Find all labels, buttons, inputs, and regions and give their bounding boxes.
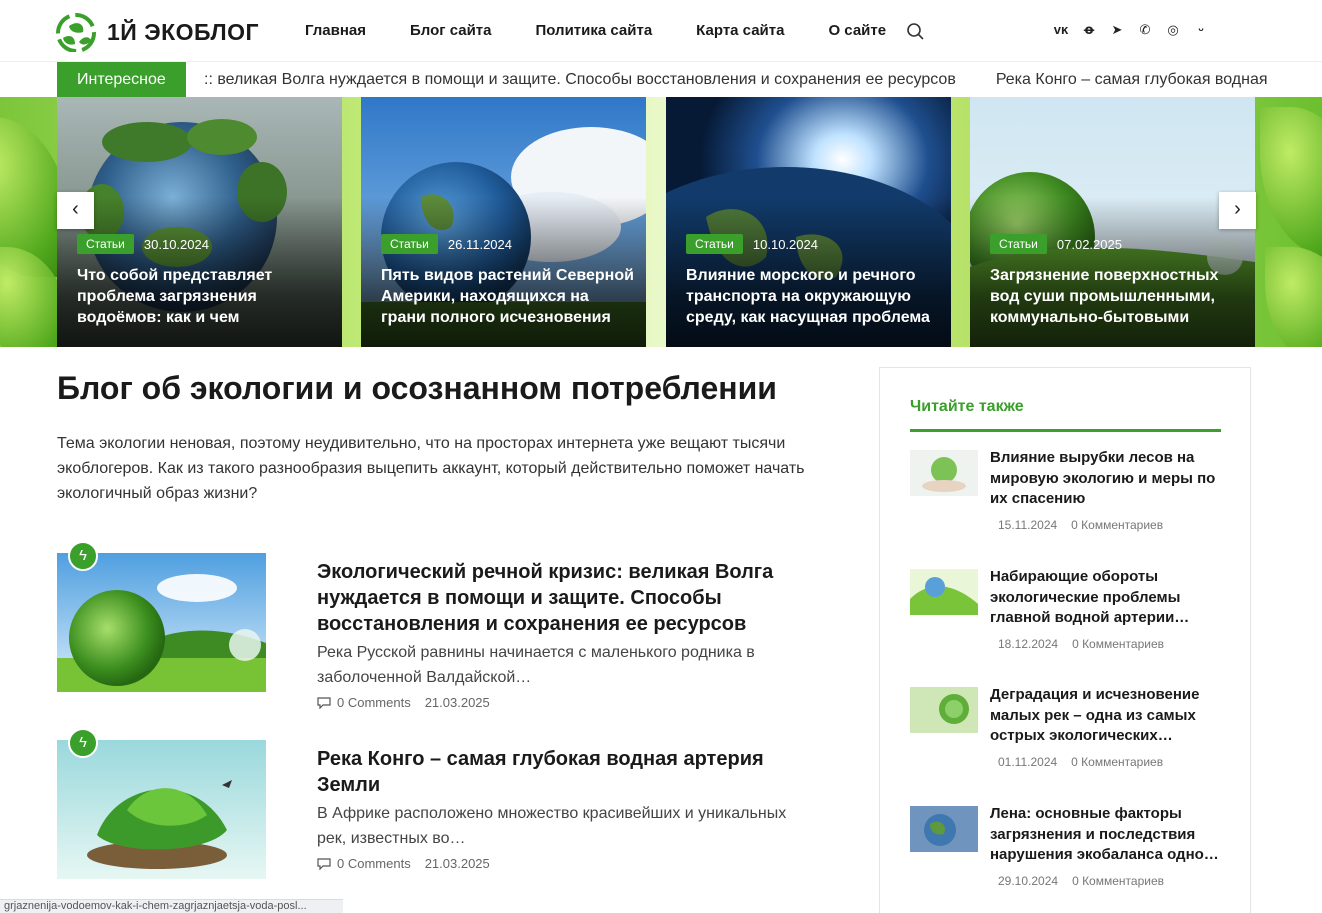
sidebar-item-title[interactable]: Набирающие обороты экологические проблем… [990, 567, 1225, 629]
card-title[interactable]: Загрязнение поверхностных вод суши промы… [990, 265, 1245, 328]
sidebar-item-date: 18.12.2024 [998, 637, 1059, 651]
site-header: 1Й ЭКОБЛОГ Главная Блог сайта Политика с… [0, 0, 1322, 62]
nav-sitemap[interactable]: Карта сайта [696, 22, 784, 39]
post-meta: 0 Comments 21.03.2025 [317, 856, 490, 871]
sidebar-thumbnail[interactable] [910, 569, 978, 615]
featured-slider: Статьи 30.10.2024 Что собой представляет… [0, 97, 1322, 347]
vk-icon[interactable]: ᴠĸ [1053, 22, 1069, 38]
sidebar-item-title[interactable]: Влияние вырубки лесов на мировую экологи… [990, 448, 1225, 510]
sidebar-thumbnail[interactable] [910, 806, 978, 852]
telegram-icon[interactable]: ➤ [1109, 22, 1125, 38]
comment-icon [317, 857, 331, 870]
sidebar-item-date: 15.11.2024 [998, 518, 1058, 532]
browser-status-url: grjaznenija-vodoemov-kak-i-chem-zagrjazn… [0, 899, 343, 913]
nav-policy[interactable]: Политика сайта [535, 22, 652, 39]
slider-card[interactable]: Статьи 07.02.2025 Загрязнение поверхност… [970, 97, 1255, 347]
card-title[interactable]: Влияние морского и речного транспорта на… [686, 265, 941, 328]
category-badge[interactable]: Статьи [381, 234, 438, 254]
nav-about[interactable]: О сайте [828, 22, 886, 39]
slider-next-button[interactable]: › [1219, 192, 1256, 229]
search-icon[interactable] [906, 22, 926, 42]
slider-card[interactable]: Статьи 10.10.2024 Влияние морского и реч… [666, 97, 951, 347]
slider-card[interactable]: Статьи 26.11.2024 Пять видов растений Се… [361, 97, 646, 347]
whatsapp-icon[interactable]: ◎ [1165, 22, 1181, 38]
main-nav: Главная Блог сайта Политика сайта Карта … [305, 22, 886, 39]
ticker-label: Интересное [57, 62, 186, 97]
sidebar-thumbnail[interactable] [910, 450, 978, 496]
card-title[interactable]: Что собой представляет проблема загрязне… [77, 265, 332, 328]
page-title: Блог об экологии и осознанном потреблени… [57, 370, 777, 406]
sidebar-item-title[interactable]: Деградация и исчезновение малых рек – од… [990, 685, 1225, 747]
ticker-item[interactable]: Река Конго – самая глубокая водная [996, 62, 1268, 97]
category-badge[interactable]: Статьи [77, 234, 134, 254]
card-date: 30.10.2024 [143, 236, 209, 252]
moimir-icon[interactable]: ᵕ [1193, 22, 1209, 38]
leaf-decoration [1260, 107, 1322, 257]
slider-prev-button[interactable]: ‹ [57, 192, 94, 229]
lightning-icon: ϟ [68, 728, 98, 758]
category-badge[interactable]: Статьи [686, 234, 743, 254]
leaf-logo-icon [56, 13, 96, 52]
ticker-item[interactable]: :: великая Волга нуждается в помощи и за… [204, 62, 956, 97]
sidebar-item-comments[interactable]: 0 Комментариев [1071, 518, 1163, 532]
sidebar-item: Набирающие обороты экологические проблем… [910, 567, 1230, 667]
post-thumbnail[interactable] [57, 553, 266, 692]
post-comments[interactable]: 0 Comments [337, 695, 411, 710]
sidebar-item-title[interactable]: Лена: основные факторы загрязнения и пос… [990, 804, 1225, 866]
post-meta: 0 Comments 21.03.2025 [317, 695, 490, 710]
card-title[interactable]: Пять видов растений Северной Америки, на… [381, 265, 636, 328]
sidebar-heading: Читайте также [910, 398, 1024, 415]
card-date: 10.10.2024 [752, 236, 818, 252]
social-links: ᴠĸ ꝋ ➤ ✆ ◎ ᵕ [1053, 22, 1209, 38]
nav-home[interactable]: Главная [305, 22, 366, 39]
ok-icon[interactable]: ꝋ [1081, 22, 1097, 38]
sidebar-item-comments[interactable]: 0 Комментариев [1072, 874, 1164, 888]
post-excerpt: Река Русской равнины начинается с малень… [317, 644, 755, 686]
sidebar-item-comments[interactable]: 0 Комментариев [1072, 637, 1164, 651]
comment-icon [317, 696, 331, 709]
card-date: 26.11.2024 [447, 236, 512, 252]
post-comments[interactable]: 0 Comments [337, 856, 411, 871]
sidebar-item: Деградация и исчезновение малых рек – од… [910, 685, 1230, 785]
sidebar-read-also: Читайте также Влияние вырубки лесов на м… [879, 367, 1251, 913]
post-title[interactable]: Экологический речной кризис: великая Вол… [317, 559, 797, 637]
card-date: 07.02.2025 [1056, 236, 1122, 252]
nav-blog[interactable]: Блог сайта [410, 22, 491, 39]
logo-text: 1Й ЭКОБЛОГ [107, 18, 260, 45]
sidebar-item-comments[interactable]: 0 Комментариев [1071, 755, 1163, 769]
sidebar-item: Лена: основные факторы загрязнения и пос… [910, 804, 1230, 904]
post-date: 21.03.2025 [424, 856, 490, 871]
post-item: ϟ Экологический речной кризис: великая В… [57, 541, 837, 710]
post-thumbnail[interactable] [57, 740, 266, 879]
sidebar-item-date: 29.10.2024 [998, 874, 1059, 888]
post-excerpt: В Африке расположено множество красивейш… [317, 805, 787, 847]
leaf-decoration [1265, 247, 1322, 347]
post-title[interactable]: Река Конго – самая глубокая водная артер… [317, 746, 797, 798]
news-ticker: Интересное :: великая Волга нуждается в … [0, 62, 1322, 97]
ticker-items: :: великая Волга нуждается в помощи и за… [204, 62, 1268, 97]
intro-text: Тема экологии неновая, поэтому неудивите… [57, 435, 805, 502]
post-item: ϟ Река Конго – самая глубокая водная арт… [57, 728, 837, 888]
sidebar-thumbnail[interactable] [910, 687, 978, 733]
lightning-icon: ϟ [68, 541, 98, 571]
post-date: 21.03.2025 [424, 695, 490, 710]
viber-icon[interactable]: ✆ [1137, 22, 1153, 38]
sidebar-item-date: 01.11.2024 [998, 755, 1058, 769]
site-logo[interactable]: 1Й ЭКОБЛОГ [55, 12, 259, 52]
slider-card[interactable]: Статьи 30.10.2024 Что собой представляет… [57, 97, 342, 347]
sidebar-item: Влияние вырубки лесов на мировую экологи… [910, 448, 1230, 548]
category-badge[interactable]: Статьи [990, 234, 1047, 254]
